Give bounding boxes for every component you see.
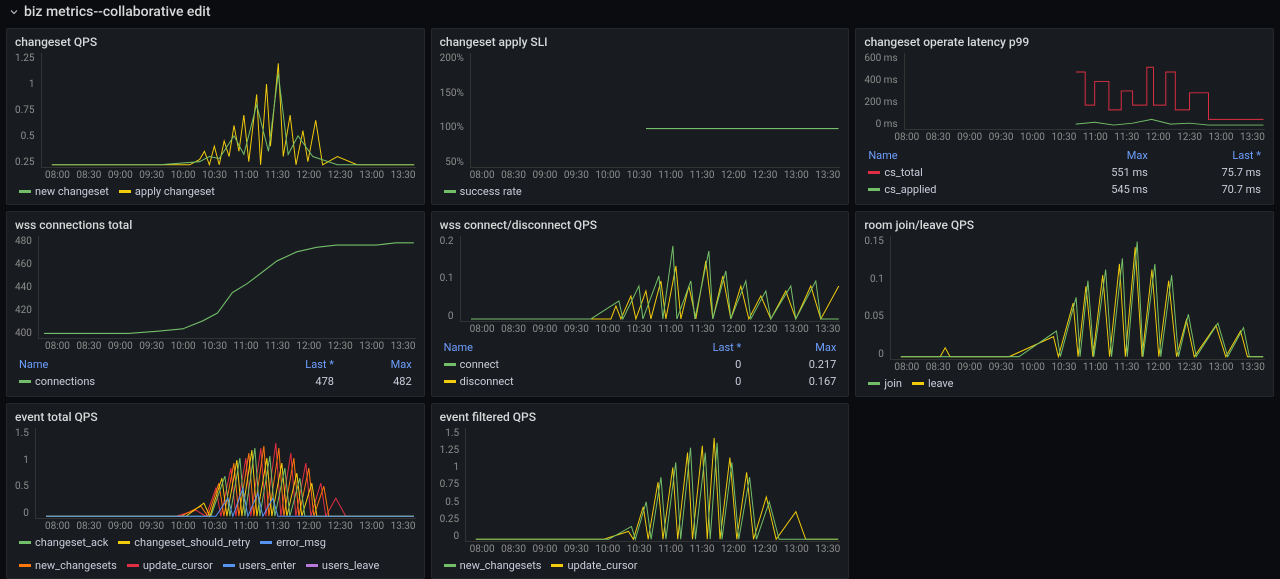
- chart-area: 1.510.50: [15, 428, 416, 519]
- panel-title: event filtered QPS: [440, 410, 841, 424]
- y-axis: 0.150.10.050: [864, 236, 890, 360]
- legend-item[interactable]: new changeset: [19, 185, 109, 198]
- x-axis: 08:0008:3009:0009:3010:0010:3011:0011:30…: [864, 132, 1265, 143]
- legend-item[interactable]: changeset_should_retry: [118, 536, 250, 549]
- legend-item[interactable]: users_enter: [223, 559, 296, 572]
- legend: success rate: [440, 185, 841, 198]
- y-axis: 600 ms400 ms200 ms0 ms: [864, 53, 903, 130]
- y-axis: 200%150%100%50%: [440, 53, 470, 168]
- legend-table: NameLast *Max connections478482: [15, 356, 416, 390]
- panel-changeset-qps[interactable]: changeset QPS 1.2510.750.50.25 08:0008:3…: [6, 28, 425, 205]
- x-axis: 08:0008:3009:0009:3010:0010:3011:0011:30…: [15, 341, 416, 352]
- chart-area: 1.51.2510.750.50.250: [440, 428, 841, 542]
- x-axis: 08:0008:3009:0009:3010:0010:3011:0011:30…: [440, 170, 841, 181]
- dashboard-section-title: biz metrics--collaborative edit: [24, 4, 211, 20]
- legend: join leave: [864, 377, 1265, 390]
- y-axis: 480460440420400: [15, 236, 38, 339]
- panel-title: changeset operate latency p99: [864, 35, 1265, 49]
- legend: new changeset apply changeset: [15, 185, 416, 198]
- legend-item[interactable]: error_msg: [260, 536, 326, 549]
- legend-table: NameLast *Max connect00.217 disconnect00…: [440, 339, 841, 390]
- legend-item[interactable]: update_cursor: [551, 559, 637, 572]
- chevron-down-icon: [8, 6, 20, 18]
- y-axis: 1.510.50: [15, 428, 35, 519]
- panel-title: changeset apply SLI: [440, 35, 841, 49]
- plot[interactable]: [904, 53, 1265, 130]
- x-axis: 08:0008:3009:0009:3010:0010:3011:0011:30…: [15, 170, 416, 181]
- x-axis: 08:0008:3009:0009:3010:0010:3011:0011:30…: [440, 324, 841, 335]
- panel-title: wss connect/disconnect QPS: [440, 218, 841, 232]
- panel-room-join-leave-qps[interactable]: room join/leave QPS 0.150.10.050 08:0008…: [855, 211, 1274, 397]
- panel-title: event total QPS: [15, 410, 416, 424]
- plot[interactable]: [890, 236, 1265, 360]
- chart-area: 200%150%100%50%: [440, 53, 841, 168]
- plot[interactable]: [41, 53, 416, 168]
- y-axis: 0.20.10: [440, 236, 460, 322]
- plot[interactable]: [35, 428, 416, 519]
- legend-item[interactable]: leave: [912, 377, 954, 390]
- y-axis: 1.51.2510.750.50.250: [440, 428, 466, 542]
- panel-wss-connections-total[interactable]: wss connections total 480460440420400 08…: [6, 211, 425, 397]
- plot[interactable]: [38, 236, 416, 339]
- legend-item[interactable]: apply changeset: [119, 185, 215, 198]
- plot[interactable]: [460, 236, 841, 322]
- y-axis: 1.2510.750.50.25: [15, 53, 41, 168]
- x-axis: 08:0008:3009:0009:3010:0010:3011:0011:30…: [440, 544, 841, 555]
- legend-item[interactable]: users_leave: [306, 559, 379, 572]
- panel-title: changeset QPS: [15, 35, 416, 49]
- panel-title: wss connections total: [15, 218, 416, 232]
- legend-item[interactable]: success rate: [444, 185, 522, 198]
- legend-item[interactable]: new_changesets: [19, 559, 117, 572]
- panel-wss-connect-disconnect-qps[interactable]: wss connect/disconnect QPS 0.20.10 08:00…: [431, 211, 850, 397]
- legend-table: NameMaxLast * cs_total551 ms75.7 ms cs_a…: [864, 147, 1265, 198]
- legend-item[interactable]: new_changesets: [444, 559, 542, 572]
- chart-area: 1.2510.750.50.25: [15, 53, 416, 168]
- chart-area: 600 ms400 ms200 ms0 ms: [864, 53, 1265, 130]
- legend-item[interactable]: update_cursor: [127, 559, 213, 572]
- panel-changeset-operate-latency[interactable]: changeset operate latency p99 600 ms400 …: [855, 28, 1274, 205]
- x-axis: 08:0008:3009:0009:3010:0010:3011:0011:30…: [15, 521, 416, 532]
- table-row[interactable]: connect00.217: [440, 356, 841, 373]
- dashboard-section-header[interactable]: biz metrics--collaborative edit: [0, 0, 1280, 24]
- chart-area: 0.150.10.050: [864, 236, 1265, 360]
- table-row[interactable]: cs_total551 ms75.7 ms: [864, 164, 1265, 181]
- panel-changeset-apply-sli[interactable]: changeset apply SLI 200%150%100%50% 08:0…: [431, 28, 850, 205]
- table-row[interactable]: cs_applied545 ms70.7 ms: [864, 181, 1265, 198]
- plot[interactable]: [470, 53, 840, 168]
- x-axis: 08:0008:3009:0009:3010:0010:3011:0011:30…: [864, 362, 1265, 373]
- legend: new_changesets update_cursor: [440, 559, 841, 572]
- chart-area: 0.20.10: [440, 236, 841, 322]
- panel-event-filtered-qps[interactable]: event filtered QPS 1.51.2510.750.50.250 …: [431, 403, 850, 579]
- panel-title: room join/leave QPS: [864, 218, 1265, 232]
- legend-item[interactable]: changeset_ack: [19, 536, 108, 549]
- table-row[interactable]: disconnect00.167: [440, 373, 841, 390]
- panel-event-total-qps[interactable]: event total QPS 1.510.50 08:0008:3009:00…: [6, 403, 425, 579]
- legend-item[interactable]: join: [868, 377, 902, 390]
- chart-area: 480460440420400: [15, 236, 416, 339]
- legend: changeset_ack changeset_should_retry err…: [15, 536, 416, 572]
- plot[interactable]: [465, 428, 840, 542]
- empty-cell: [855, 403, 1274, 579]
- panel-grid: changeset QPS 1.2510.750.50.25 08:0008:3…: [0, 24, 1280, 564]
- table-row[interactable]: connections478482: [15, 373, 416, 390]
